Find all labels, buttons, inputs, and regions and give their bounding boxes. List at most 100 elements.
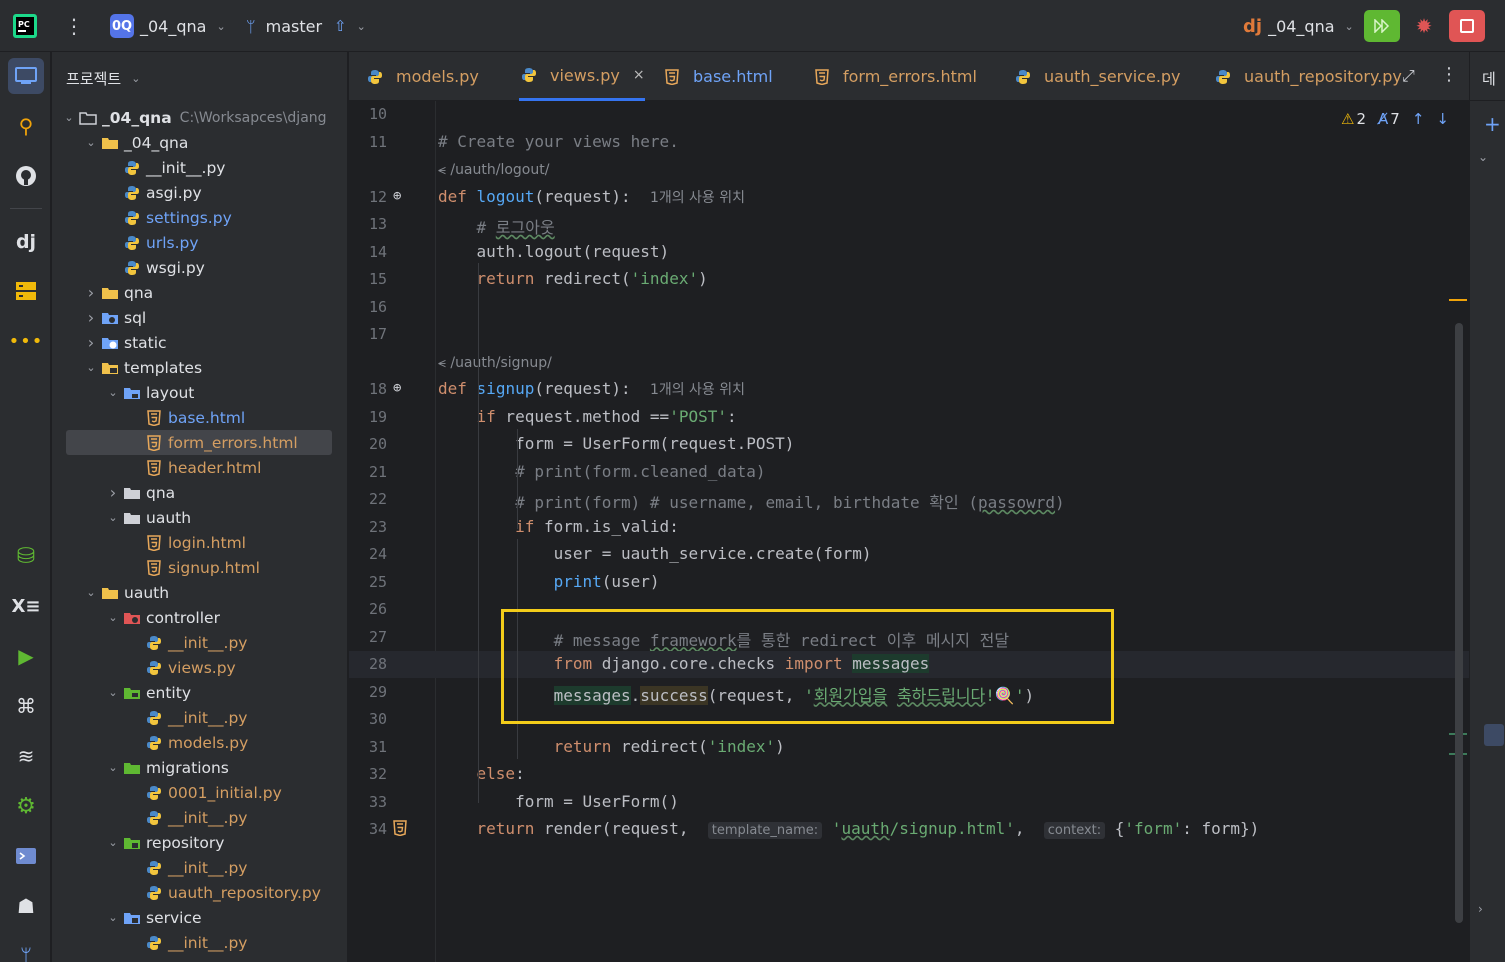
editor-tab[interactable]: uauth_repository.py <box>1213 52 1402 101</box>
url-endpoint-hint[interactable]: ⪪ /uauth/logout/ <box>438 162 549 178</box>
tree-folder[interactable]: ⌄ templates <box>52 355 334 380</box>
tree-folder[interactable]: ⌄ uauth <box>52 580 334 605</box>
editor-tab[interactable]: views.py × <box>519 52 645 101</box>
chevron-right-icon[interactable]: › <box>82 283 100 302</box>
code-line[interactable]: ⪪ /uauth/signup/ <box>349 349 1469 376</box>
services-icon[interactable] <box>8 273 44 309</box>
code-line[interactable]: 34 return render(request, template_name:… <box>349 816 1469 843</box>
tree-folder[interactable]: ⌄ layout <box>52 380 334 405</box>
url-endpoint-hint[interactable]: ⪪ /uauth/signup/ <box>438 355 552 371</box>
tree-folder[interactable]: ⌄ controller <box>52 605 334 630</box>
tree-file[interactable]: __init__.py <box>52 705 334 730</box>
chevron-down-icon[interactable]: ⌄ <box>104 611 122 624</box>
tree-folder[interactable]: ⌄ service <box>52 905 334 930</box>
chevron-down-icon[interactable]: ⌄ <box>1478 150 1488 164</box>
tree-folder[interactable]: › static <box>52 330 334 355</box>
html5-gutter-icon[interactable] <box>393 820 407 840</box>
tree-folder[interactable]: › qna <box>52 480 334 505</box>
chevron-down-icon[interactable]: ⌄ <box>82 586 100 599</box>
more-tools-icon[interactable]: ••• <box>8 323 44 359</box>
code-line[interactable]: 19 if request.method =='POST': <box>349 404 1469 431</box>
tree-file[interactable]: urls.py <box>52 230 334 255</box>
tree-file[interactable]: wsgi.py <box>52 255 334 280</box>
project-selector[interactable]: 0Q _04_qna ⌄ <box>110 0 226 52</box>
project-panel-title[interactable]: 프로젝트 ⌄ <box>66 68 140 89</box>
excel-icon[interactable]: X≡ <box>8 588 44 624</box>
python-console-icon[interactable]: ⌘ <box>8 688 44 724</box>
code-editor[interactable]: 10 11 # Create your views here. ⪪ /uauth/lo… <box>349 101 1469 962</box>
code-line[interactable]: ⪪ /uauth/logout/ <box>349 156 1469 183</box>
problems-icon[interactable]: ☗ <box>8 888 44 924</box>
chevron-right-icon[interactable]: › <box>82 333 100 352</box>
tree-folder[interactable]: ⌄ entity <box>52 680 334 705</box>
code-line[interactable]: 32 else: <box>349 761 1469 788</box>
code-line[interactable]: 10 <box>349 101 1469 128</box>
code-line[interactable]: 33 form = UserForm() <box>349 789 1469 816</box>
expand-icon[interactable]: ⤢ <box>1402 66 1415 86</box>
editor-tab[interactable]: form_errors.html <box>812 52 977 101</box>
endpoint-gutter-icon[interactable]: ⊕ <box>393 380 401 396</box>
tree-file[interactable]: base.html <box>52 405 334 430</box>
django-structure-icon[interactable]: dj <box>8 224 44 260</box>
chevron-right-icon[interactable]: › <box>104 483 122 502</box>
code-line[interactable]: 16 <box>349 294 1469 321</box>
code-line[interactable]: 17 <box>349 321 1469 348</box>
right-panel-label[interactable]: 데 <box>1482 68 1496 89</box>
commit-icon[interactable]: ⚲ <box>8 108 44 144</box>
tree-file[interactable]: views.py <box>52 655 334 680</box>
code-line[interactable]: 12 ⊕ def logout(request): 1개의 사용 위치 <box>349 184 1469 211</box>
chevron-right-icon[interactable]: › <box>82 308 100 327</box>
run-tool-icon[interactable]: ▶ <box>8 638 44 674</box>
chevron-down-icon[interactable]: ⌄ <box>104 386 122 399</box>
run-button[interactable] <box>1364 10 1400 42</box>
code-line[interactable]: 11 # Create your views here. <box>349 129 1469 156</box>
tree-file[interactable]: __init__.py <box>52 855 334 880</box>
tree-file[interactable]: asgi.py <box>52 180 334 205</box>
git-icon[interactable]: ᛘ <box>8 938 44 962</box>
tree-folder[interactable]: ⌄ migrations <box>52 755 334 780</box>
terminal-icon[interactable] <box>8 838 44 874</box>
tree-folder[interactable]: ⌄ _04_qna C:\Worksapces\djang <box>52 105 334 130</box>
tab-options-icon[interactable]: ⋮ <box>1440 64 1458 85</box>
chevron-down-icon[interactable]: ⌄ <box>104 836 122 849</box>
previous-highlight-icon[interactable]: ↑ <box>1412 110 1425 128</box>
tree-file[interactable]: settings.py <box>52 205 334 230</box>
tree-file[interactable]: __init__.py <box>52 805 334 830</box>
editor-scrollbar[interactable] <box>1455 323 1463 923</box>
branch-selector[interactable]: ᛘ master ⇧ ⌄ <box>246 0 366 52</box>
tree-folder[interactable]: ⌄ repository <box>52 830 334 855</box>
stop-button[interactable] <box>1449 10 1485 42</box>
tree-file[interactable]: 0001_initial.py <box>52 780 334 805</box>
main-menu-icon[interactable]: ⋮ <box>64 0 84 52</box>
layers-icon[interactable]: ≋ <box>8 738 44 774</box>
github-icon[interactable] <box>8 158 44 194</box>
tree-file[interactable]: form_errors.html <box>66 430 332 455</box>
chevron-down-icon[interactable]: ⌄ <box>104 911 122 924</box>
code-line[interactable]: 18 ⊕ def signup(request): 1개의 사용 위치 <box>349 376 1469 403</box>
tree-file[interactable]: __init__.py <box>52 155 334 180</box>
next-highlight-icon[interactable]: ↓ <box>1436 110 1449 128</box>
editor-tab[interactable]: uauth_service.py <box>1013 52 1181 101</box>
chevron-down-icon[interactable]: ⌄ <box>60 111 78 124</box>
tree-file[interactable]: login.html <box>52 530 334 555</box>
warning-stripe[interactable] <box>1449 299 1467 301</box>
add-icon[interactable]: + <box>1484 112 1501 136</box>
chevron-down-icon[interactable]: ⌄ <box>104 511 122 524</box>
tree-folder[interactable]: ⌄ _04_qna <box>52 130 334 155</box>
chevron-down-icon[interactable]: ⌄ <box>104 686 122 699</box>
tree-file[interactable]: __init__.py <box>52 930 334 955</box>
tree-folder[interactable]: ⌄ uauth <box>52 505 334 530</box>
pycharm-logo-icon[interactable]: PC <box>12 0 38 52</box>
run-config-selector[interactable]: dj _04_qna ⌄ <box>1243 0 1354 52</box>
debug-icon[interactable]: ✹ <box>1406 10 1442 42</box>
chevron-right-icon[interactable]: › <box>1478 902 1483 916</box>
tree-folder[interactable]: › qna <box>52 280 334 305</box>
chevron-down-icon[interactable]: ⌄ <box>82 136 100 149</box>
tree-file[interactable]: signup.html <box>52 555 334 580</box>
close-icon[interactable]: × <box>633 67 645 83</box>
endpoint-gutter-icon[interactable]: ⊕ <box>393 188 401 204</box>
chevron-down-icon[interactable]: ⌄ <box>82 361 100 374</box>
tree-file[interactable]: models.py <box>52 730 334 755</box>
tree-file[interactable]: uauth_repository.py <box>52 880 334 905</box>
code-line[interactable]: 15 return redirect('index') <box>349 266 1469 293</box>
